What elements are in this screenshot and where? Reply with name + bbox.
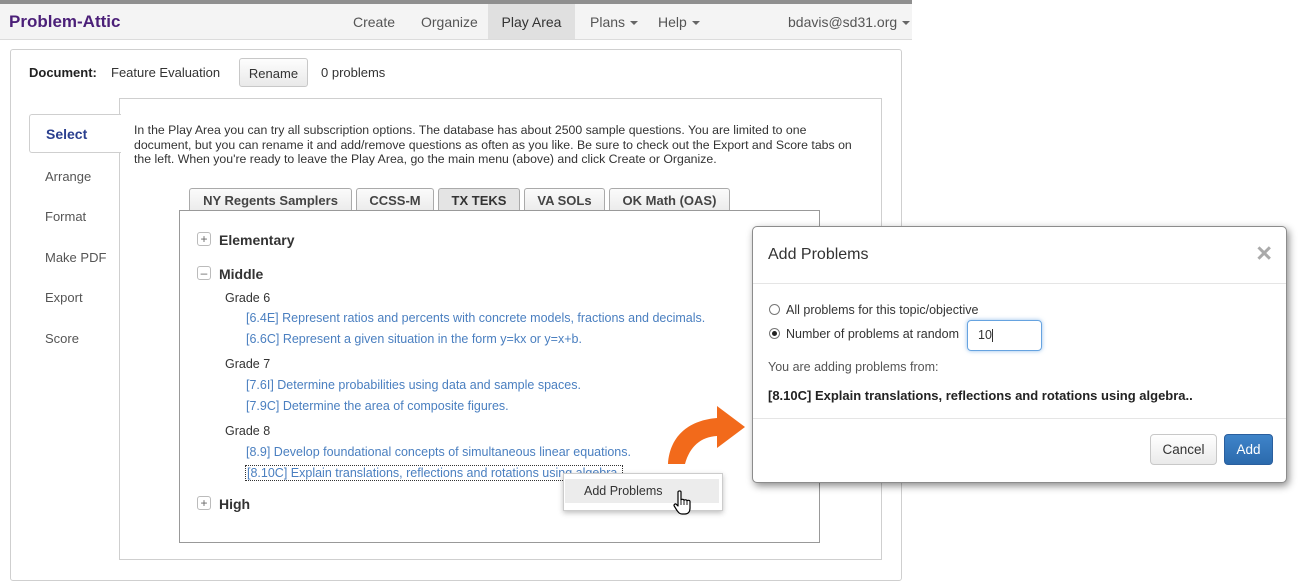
- radio-random-problems[interactable]: [769, 328, 780, 339]
- cancel-button[interactable]: Cancel: [1150, 434, 1217, 465]
- user-email: bdavis@sd31.org: [788, 14, 898, 30]
- level-elementary[interactable]: Elementary: [219, 232, 294, 248]
- standards-tree: [179, 210, 820, 543]
- random-count-input[interactable]: 10: [967, 320, 1042, 351]
- side-tab-select[interactable]: Select: [29, 114, 121, 153]
- side-tab-export[interactable]: Export: [45, 290, 83, 305]
- radio-random-problems-label[interactable]: Number of problems at random: [786, 327, 959, 341]
- brand-logo[interactable]: Problem-Attic: [9, 12, 120, 32]
- nav-help[interactable]: Help: [658, 4, 700, 39]
- nav-help-label: Help: [658, 14, 687, 30]
- hand-pointer-icon: [673, 490, 691, 515]
- modal-divider: [753, 418, 1286, 419]
- tab-ok-math[interactable]: OK Math (OAS): [609, 188, 730, 210]
- radio-all-problems-label[interactable]: All problems for this topic/objective: [786, 303, 978, 317]
- topic-link[interactable]: [6.6C] Represent a given situation in th…: [246, 332, 582, 346]
- chevron-down-icon: [902, 21, 911, 26]
- close-icon[interactable]: ×: [1256, 238, 1272, 268]
- modal-title: Add Problems: [768, 246, 869, 263]
- expand-icon[interactable]: +: [197, 496, 211, 510]
- curved-arrow-icon: [668, 406, 745, 464]
- chevron-down-icon: [630, 21, 639, 26]
- side-tab-make-pdf[interactable]: Make PDF: [45, 250, 106, 265]
- tab-ny-regents[interactable]: NY Regents Samplers: [189, 188, 352, 210]
- rename-button[interactable]: Rename: [239, 58, 308, 87]
- grade-6-label: Grade 6: [225, 291, 271, 305]
- level-middle[interactable]: Middle: [219, 266, 263, 282]
- topic-link[interactable]: [7.9C] Determine the area of composite f…: [246, 399, 509, 413]
- level-high[interactable]: High: [219, 496, 250, 512]
- topic-link[interactable]: [6.4E] Represent ratios and percents wit…: [246, 311, 705, 325]
- add-problems-menu-item[interactable]: Add Problems: [565, 479, 719, 503]
- random-count-value: 10: [978, 328, 992, 342]
- nav-create[interactable]: Create: [353, 4, 395, 39]
- text-cursor: [991, 329, 993, 343]
- side-tab-score[interactable]: Score: [45, 331, 79, 346]
- side-tab-arrange[interactable]: Arrange: [45, 169, 91, 184]
- tab-ccss-m[interactable]: CCSS-M: [356, 188, 434, 210]
- modal-divider: [753, 283, 1286, 284]
- grade-8-label: Grade 8: [225, 424, 271, 438]
- chevron-down-icon: [691, 21, 700, 26]
- grade-7-label: Grade 7: [225, 357, 271, 371]
- collapse-icon[interactable]: –: [197, 266, 211, 280]
- intro-text: In the Play Area you can try all subscri…: [134, 123, 852, 166]
- document-name: Feature Evaluation: [111, 65, 221, 80]
- document-label: Document:: [29, 65, 97, 80]
- topic-link[interactable]: [8.9] Develop foundational concepts of s…: [246, 445, 631, 459]
- tab-tx-teks[interactable]: TX TEKS: [438, 188, 520, 210]
- nav-plans-label: Plans: [590, 14, 626, 30]
- add-button[interactable]: Add: [1224, 434, 1273, 465]
- radio-all-problems[interactable]: [769, 304, 780, 315]
- adding-from-label: You are adding problems from:: [768, 360, 939, 374]
- expand-icon[interactable]: +: [197, 232, 211, 246]
- nav-play-area[interactable]: Play Area: [488, 4, 575, 39]
- topic-link[interactable]: [7.6I] Determine probabilities using dat…: [246, 378, 581, 392]
- tab-va-sols[interactable]: VA SOLs: [524, 188, 605, 210]
- navbar: Problem-Attic Create Organize Play Area …: [0, 4, 912, 40]
- side-tab-format[interactable]: Format: [45, 209, 86, 224]
- target-topic: [8.10C] Explain translations, reflection…: [768, 388, 1193, 403]
- nav-user-menu[interactable]: bdavis@sd31.org: [788, 4, 911, 39]
- nav-organize[interactable]: Organize: [421, 4, 478, 39]
- problem-count: 0 problems: [321, 65, 386, 80]
- context-menu: Add Problems: [563, 473, 723, 511]
- add-problems-modal: Add Problems × All problems for this top…: [752, 226, 1287, 483]
- nav-plans[interactable]: Plans: [590, 4, 639, 39]
